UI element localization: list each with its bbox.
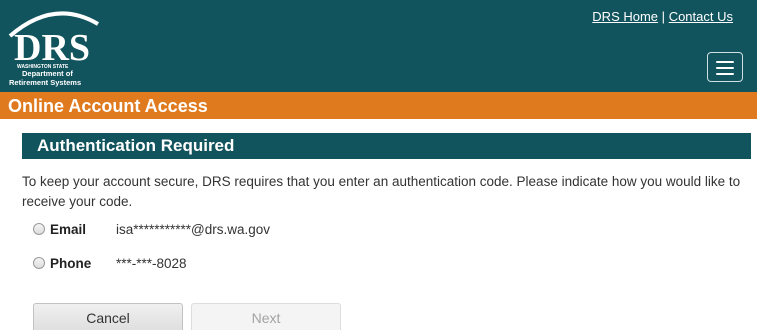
- phone-option[interactable]: Phone ***-***-8028: [33, 254, 187, 272]
- logo-letters: DRS: [14, 27, 90, 69]
- site-header: DRS WASHINGTON STATE Department of Retir…: [0, 0, 757, 92]
- hamburger-icon: [716, 61, 734, 63]
- logo-department-text: Department of: [22, 69, 73, 78]
- phone-value: ***-***-8028: [116, 255, 187, 271]
- cancel-button[interactable]: Cancel: [33, 303, 183, 330]
- section-header: Authentication Required: [22, 133, 751, 159]
- page-banner: Online Account Access: [0, 92, 757, 119]
- drs-home-link[interactable]: DRS Home: [592, 9, 658, 24]
- menu-toggle-button[interactable]: [707, 52, 743, 82]
- next-button[interactable]: Next: [191, 303, 341, 330]
- phone-label: Phone: [50, 255, 92, 271]
- drs-logo-graphic: DRS WASHINGTON STATE Department of Retir…: [8, 11, 100, 87]
- email-radio[interactable]: [33, 223, 45, 235]
- top-links: DRS Home | Contact Us: [592, 9, 733, 24]
- hamburger-icon-line: [716, 67, 734, 69]
- hamburger-icon-line: [716, 73, 734, 75]
- instructions-text: To keep your account secure, DRS require…: [22, 174, 741, 209]
- phone-radio[interactable]: [33, 257, 45, 269]
- section-title: Authentication Required: [37, 136, 235, 155]
- contact-us-link[interactable]: Contact Us: [669, 9, 733, 24]
- email-value: isa***********@drs.wa.gov: [116, 221, 271, 237]
- link-separator: |: [661, 9, 666, 24]
- logo-retirement-text: Retirement Systems: [9, 78, 81, 87]
- email-label: Email: [50, 221, 87, 237]
- page-title: Online Account Access: [8, 96, 208, 116]
- email-option[interactable]: Email isa***********@drs.wa.gov: [33, 220, 270, 238]
- drs-logo[interactable]: DRS WASHINGTON STATE Department of Retir…: [8, 6, 100, 88]
